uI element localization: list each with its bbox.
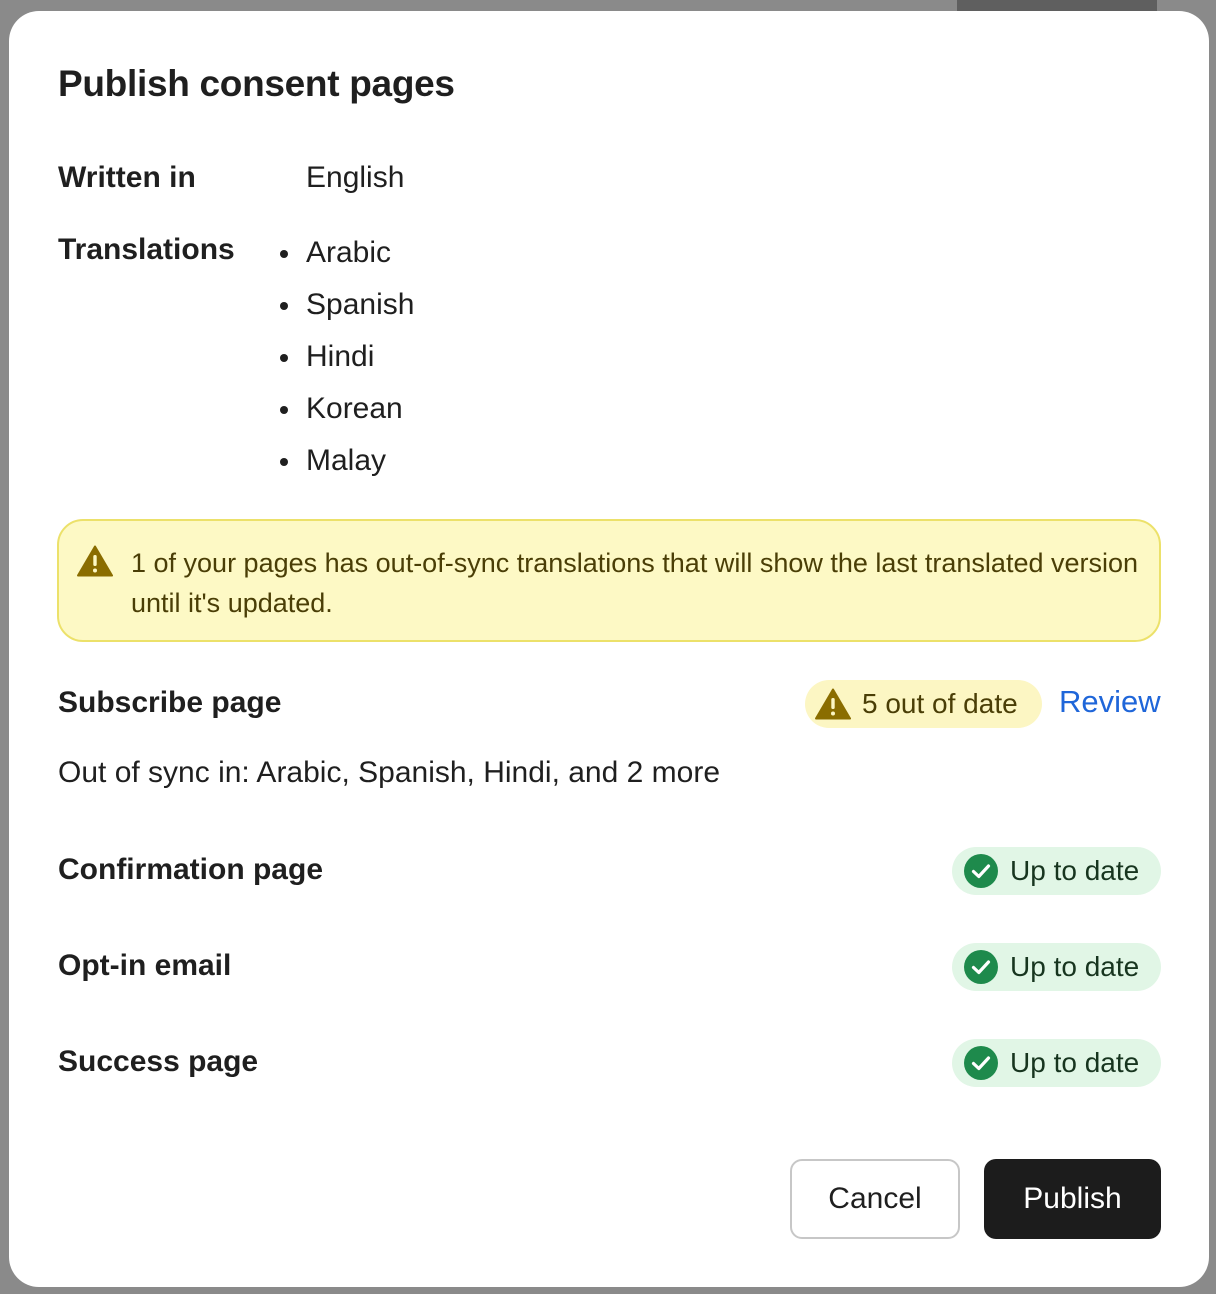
list-item: Hindi xyxy=(277,337,414,389)
publish-button[interactable]: Publish xyxy=(984,1159,1161,1239)
publish-dialog: Publish consent pages Written in English… xyxy=(9,11,1209,1287)
translation-language: Arabic xyxy=(306,236,392,269)
cancel-button[interactable]: Cancel xyxy=(790,1159,960,1239)
translation-language: Spanish xyxy=(306,288,415,321)
review-link[interactable]: Review xyxy=(1059,684,1161,720)
success-page-label: Success page xyxy=(58,1045,259,1078)
written-in-value: English xyxy=(306,161,405,194)
check-circle-icon xyxy=(964,950,998,984)
written-in-label: Written in xyxy=(58,161,196,194)
status-text: Up to date xyxy=(1010,1047,1140,1078)
bullet-icon xyxy=(280,302,288,310)
out-of-sync-alert: 1 of your pages has out-of-sync translat… xyxy=(57,519,1161,642)
list-item: Arabic xyxy=(277,233,414,285)
background-app-block xyxy=(957,0,1157,11)
bullet-icon xyxy=(280,458,288,466)
list-item: Korean xyxy=(277,389,414,441)
check-circle-icon xyxy=(964,854,998,888)
bullet-icon xyxy=(280,250,288,258)
opt-in-email-label: Opt-in email xyxy=(58,949,232,982)
alert-message: 1 of your pages has out-of-sync translat… xyxy=(131,548,1139,618)
status-badge: Up to date xyxy=(952,943,1161,991)
translations-label: Translations xyxy=(58,233,235,266)
translation-language: Hindi xyxy=(306,340,375,373)
status-badge: 5 out of date xyxy=(805,680,1042,728)
dialog-title: Publish consent pages xyxy=(58,63,455,104)
status-text: Up to date xyxy=(1010,951,1140,982)
out-of-sync-detail: Out of sync in: Arabic, Spanish, Hindi, … xyxy=(58,756,721,789)
status-badge: Up to date xyxy=(952,1039,1161,1087)
subscribe-page-label: Subscribe page xyxy=(58,686,282,719)
check-circle-icon xyxy=(964,1046,998,1080)
translation-language: Korean xyxy=(306,392,403,425)
status-badge: Up to date xyxy=(952,847,1161,895)
warning-triangle-icon xyxy=(77,545,113,577)
bullet-icon xyxy=(280,354,288,362)
status-text: 5 out of date xyxy=(862,688,1018,719)
list-item: Malay xyxy=(277,441,414,493)
confirmation-page-label: Confirmation page xyxy=(58,853,324,886)
translations-list: Arabic Spanish Hindi Korean Malay xyxy=(277,233,414,493)
warning-triangle-icon xyxy=(815,688,851,720)
translation-language: Malay xyxy=(306,444,387,477)
bullet-icon xyxy=(280,406,288,414)
list-item: Spanish xyxy=(277,285,414,337)
status-text: Up to date xyxy=(1010,855,1140,886)
